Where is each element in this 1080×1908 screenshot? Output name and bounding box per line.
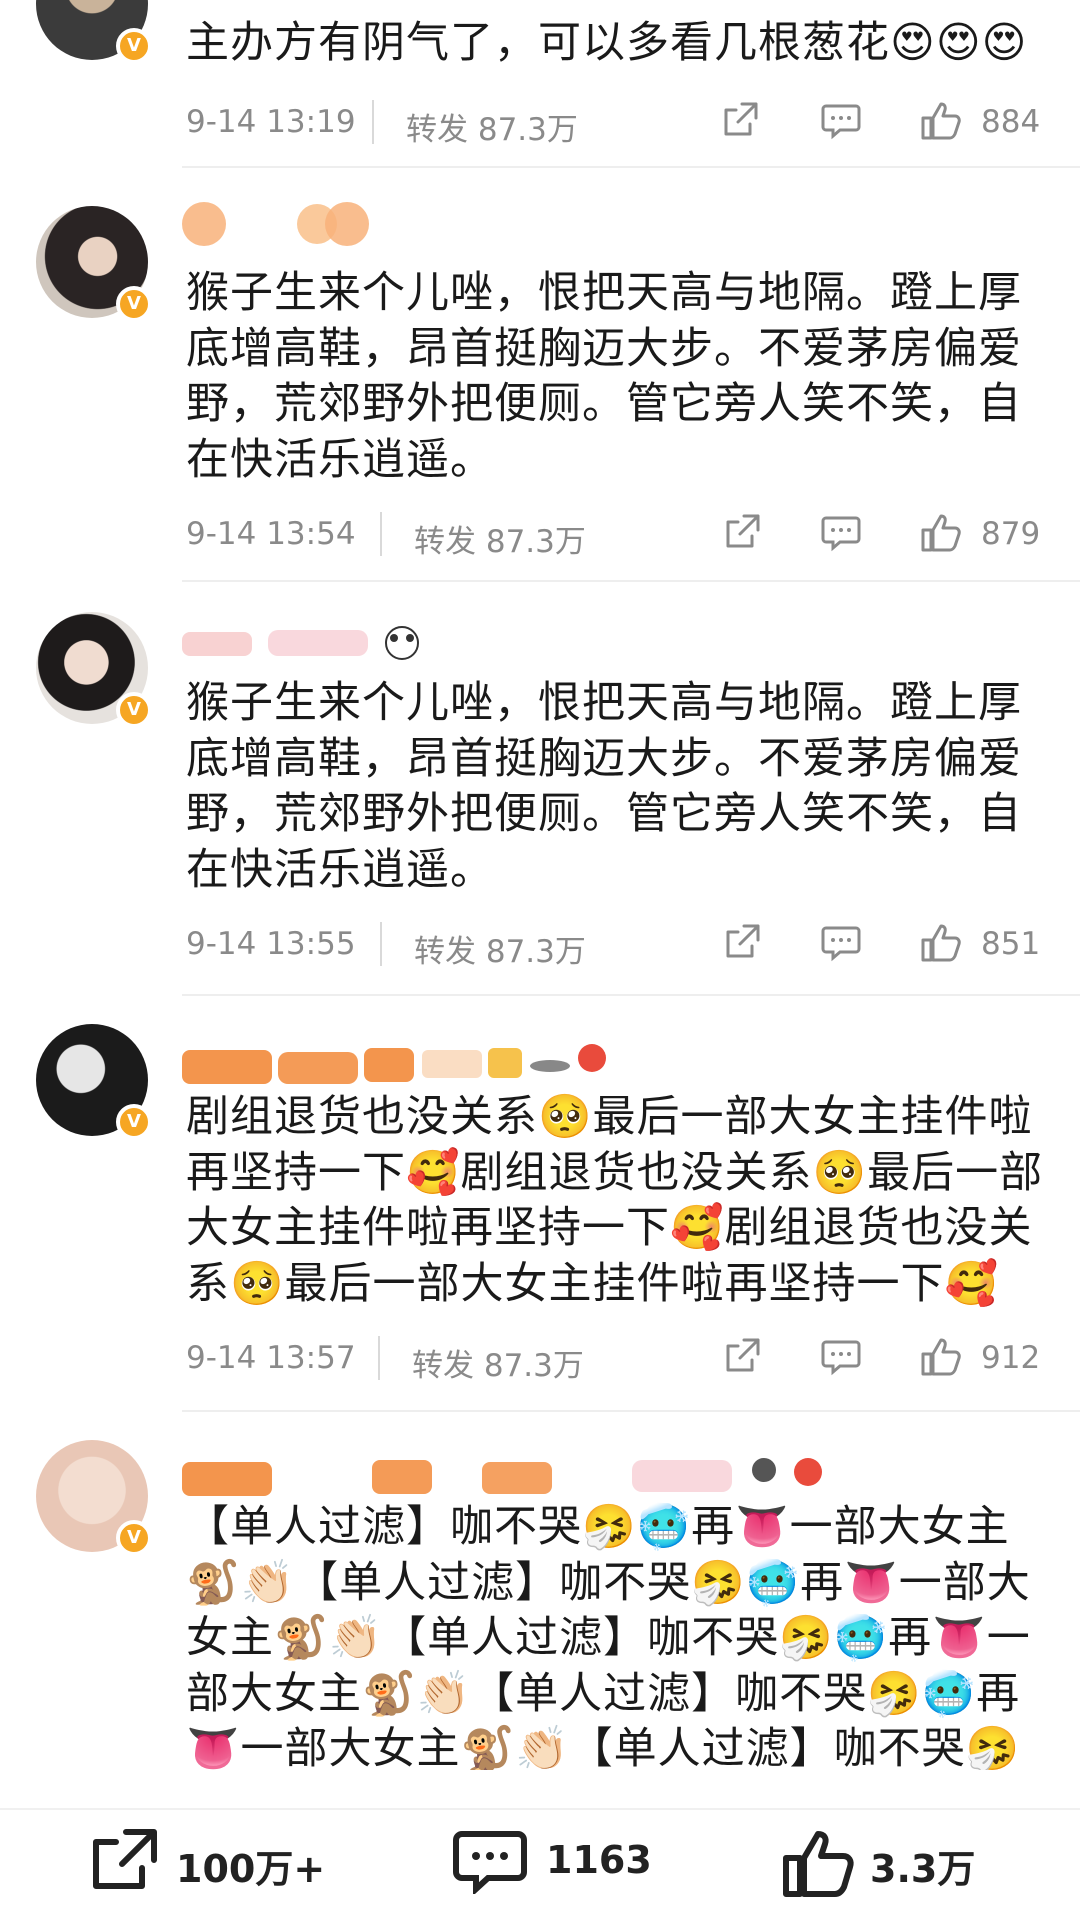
avatar[interactable]: V	[36, 206, 152, 322]
repost-label[interactable]: 转发 87.3万	[412, 1340, 584, 1385]
avatar[interactable]: V	[36, 1024, 152, 1140]
comment-divider	[182, 994, 1080, 996]
comment-text: 猴子生来个儿唑，恨把天高与地隔。蹬上厚底增高鞋，昂首挺胸迈大步。不爱茅房偏爱野，…	[186, 678, 1022, 895]
divider	[380, 512, 382, 556]
comment-time: 9-14 13:55	[186, 926, 356, 962]
bottom-comment-button[interactable]: 1163	[452, 1828, 652, 1896]
comment-meta: 9-14 13:19 转发 87.3万 884	[186, 92, 1046, 152]
share-icon	[88, 1829, 160, 1896]
bottom-action-bar: 100万+ 1163 3.3万	[0, 1808, 1080, 1908]
comment-time: 9-14 13:19	[186, 104, 356, 140]
comment-icon[interactable]	[820, 1336, 862, 1384]
comment-divider	[182, 580, 1080, 582]
username-blurred	[182, 1446, 842, 1502]
like-count: 879	[981, 516, 1041, 552]
comment-divider	[182, 1410, 1080, 1412]
bottom-share-button[interactable]: 100万+	[88, 1828, 325, 1891]
comment-text: 主办方有阴气了，可以多看几根葱花😍😍😍	[186, 18, 1028, 68]
comment-meta: 9-14 13:57 转发 87.3万 912	[186, 1328, 1046, 1388]
comment-icon[interactable]	[820, 100, 862, 148]
like-count: 851	[981, 926, 1041, 962]
comment-count: 1163	[546, 1838, 652, 1882]
like-icon	[782, 1831, 856, 1902]
repost-label[interactable]: 转发 87.3万	[414, 926, 586, 971]
like-icon[interactable]	[919, 920, 963, 972]
comment-text: 猴子生来个儿唑，恨把天高与地隔。蹬上厚底增高鞋，昂首挺胸迈大步。不爱茅房偏爱野，…	[186, 268, 1022, 485]
comment-meta: 9-14 13:54 转发 87.3万 879	[186, 504, 1046, 564]
share-icon[interactable]	[722, 922, 762, 970]
comment-icon[interactable]	[820, 922, 862, 970]
comment-meta: 9-14 13:55 转发 87.3万 851	[186, 914, 1046, 974]
share-count: 100万+	[176, 1847, 326, 1891]
comment-time: 9-14 13:54	[186, 516, 356, 552]
comment-text: 剧组退货也没关系🥺最后一部大女主挂件啦再坚持一下🥰剧组退货也没关系🥺最后一部大女…	[186, 1092, 1044, 1309]
verified-icon: V	[116, 1520, 152, 1556]
like-count: 3.3万	[870, 1847, 976, 1891]
divider	[378, 1336, 380, 1380]
share-icon[interactable]	[722, 1336, 762, 1384]
like-icon[interactable]	[919, 98, 963, 150]
verified-icon: V	[116, 692, 152, 728]
share-icon[interactable]	[720, 100, 760, 148]
avatar[interactable]: V	[36, 612, 152, 728]
avatar[interactable]: V	[36, 1440, 152, 1556]
username-blurred	[182, 1034, 622, 1090]
like-icon[interactable]	[919, 510, 963, 562]
share-icon[interactable]	[722, 512, 762, 560]
repost-label[interactable]: 转发 87.3万	[414, 516, 586, 561]
username-blurred	[182, 618, 442, 674]
like-count: 912	[981, 1340, 1041, 1376]
like-icon[interactable]	[919, 1334, 963, 1386]
divider	[380, 922, 382, 966]
comment-icon[interactable]	[820, 512, 862, 560]
comment-time: 9-14 13:57	[186, 1340, 356, 1376]
comment-text: 【单人过滤】咖不哭🤧🥶再👅一部大女主🐒👏🏻【单人过滤】咖不哭🤧🥶再👅一部大女主🐒…	[186, 1502, 1031, 1770]
avatar[interactable]: V	[36, 0, 152, 64]
bottom-like-button[interactable]: 3.3万	[782, 1828, 975, 1897]
username-blurred	[182, 196, 382, 252]
divider	[372, 100, 374, 144]
comment-divider	[182, 166, 1080, 168]
repost-label[interactable]: 转发 87.3万	[406, 104, 578, 149]
verified-icon: V	[116, 1104, 152, 1140]
comment-icon	[452, 1831, 528, 1898]
verified-icon: V	[116, 28, 152, 64]
verified-icon: V	[116, 286, 152, 322]
like-count: 884	[981, 104, 1041, 140]
